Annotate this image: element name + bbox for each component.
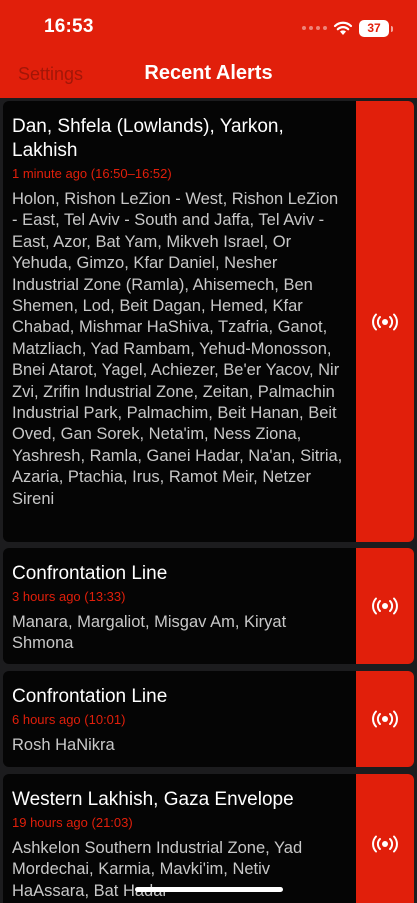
status-indicators: 37: [302, 18, 393, 38]
alert-broadcast-icon: [372, 313, 398, 330]
alert-broadcast-button[interactable]: [356, 774, 414, 903]
alerts-list[interactable]: Dan, Shfela (Lowlands), Yarkon, Lakhish …: [0, 98, 417, 903]
app-screen: 16:53 37 Settings Recent Alerts Dan, Shf…: [0, 0, 417, 903]
alert-areas: Ashkelon Southern Industrial Zone, Yad M…: [12, 839, 303, 900]
alert-region-title: Confrontation Line: [12, 686, 168, 707]
battery-icon: 37: [359, 19, 393, 37]
alert-content: Confrontation Line 3 hours ago (13:33) M…: [3, 548, 354, 664]
alert-broadcast-icon: [372, 597, 398, 615]
alert-time: 3 hours ago (13:33): [12, 589, 126, 604]
alert-broadcast-icon: [372, 710, 398, 728]
alert-areas: Manara, Margaliot, Misgav Am, Kiryat Shm…: [12, 613, 287, 653]
alert-areas: Rosh HaNikra: [12, 736, 115, 754]
page-title: Recent Alerts: [144, 62, 273, 84]
alert-areas: Holon, Rishon LeZion - West, Rishon LeZi…: [12, 190, 343, 508]
alert-content: Confrontation Line 6 hours ago (10:01) R…: [3, 671, 354, 767]
alert-broadcast-button[interactable]: [356, 101, 414, 542]
alert-time: 19 hours ago (21:03): [12, 815, 133, 830]
alert-card[interactable]: Western Lakhish, Gaza Envelope 19 hours …: [3, 774, 414, 903]
status-time: 16:53: [44, 16, 94, 37]
alert-region-title: Western Lakhish, Gaza Envelope: [12, 789, 294, 810]
alert-broadcast-button[interactable]: [356, 671, 414, 767]
alert-broadcast-icon: [372, 835, 398, 853]
alert-card[interactable]: Confrontation Line 6 hours ago (10:01) R…: [3, 671, 414, 767]
alert-card[interactable]: Dan, Shfela (Lowlands), Yarkon, Lakhish …: [3, 101, 414, 542]
wifi-icon: [333, 21, 353, 35]
alert-content: Dan, Shfela (Lowlands), Yarkon, Lakhish …: [3, 101, 354, 542]
battery-level: 37: [367, 21, 381, 35]
alert-time: 6 hours ago (10:01): [12, 712, 126, 727]
alert-region-title: Dan, Shfela (Lowlands), Yarkon, Lakhish: [12, 116, 284, 161]
alert-content: Western Lakhish, Gaza Envelope 19 hours …: [3, 774, 354, 903]
alert-card[interactable]: Confrontation Line 3 hours ago (13:33) M…: [3, 548, 414, 664]
alert-region-title: Confrontation Line: [12, 563, 168, 584]
alert-time: 1 minute ago (16:50–16:52): [12, 166, 172, 181]
home-indicator[interactable]: [135, 887, 283, 892]
cellular-signal-icon: [302, 26, 327, 30]
header-bar: 16:53 37 Settings Recent Alerts: [0, 0, 417, 98]
alert-broadcast-button[interactable]: [356, 548, 414, 664]
